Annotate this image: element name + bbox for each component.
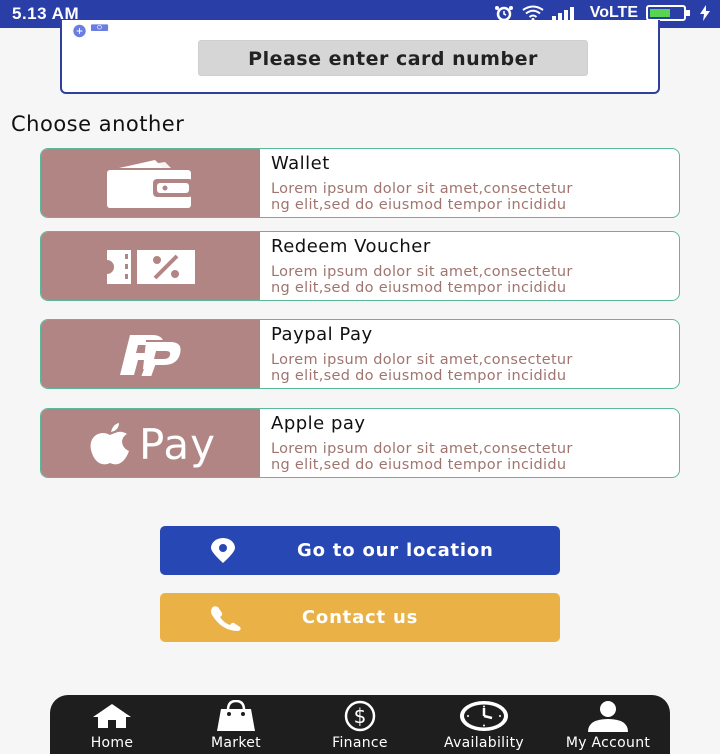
method-desc-line: Lorem ipsum dolor sit amet,consectetur — [271, 181, 573, 197]
nav-item-availability[interactable]: Availability — [429, 699, 539, 751]
paypal-icon — [119, 335, 182, 377]
method-title: Paypal Pay — [271, 324, 373, 345]
method-desc-line: Lorem ipsum dolor sit amet,consectetur — [271, 264, 573, 280]
svg-text:$: $ — [354, 704, 367, 728]
payment-method-apple-pay[interactable]: Pay Apple pay Lorem ipsum dolor sit amet… — [40, 408, 680, 478]
alarm-icon — [494, 6, 513, 21]
charging-icon — [700, 5, 710, 21]
nav-label: Market — [211, 735, 261, 751]
voucher-icon — [106, 250, 195, 284]
method-desc-line: ng elit,sed do eiusmod tempor incididu — [271, 280, 567, 296]
method-icon-box: Pay — [41, 409, 260, 477]
apple-pay-wordmark: Pay — [138, 419, 217, 469]
method-title: Redeem Voucher — [271, 236, 431, 257]
user-icon — [588, 701, 628, 732]
go-to-location-button[interactable]: Go to our location — [160, 526, 560, 575]
wifi-icon — [522, 5, 544, 21]
contact-us-label: Contact us — [301, 607, 419, 628]
dollar-icon: $ — [344, 700, 376, 732]
method-title: Wallet — [271, 153, 330, 174]
method-desc-line: Lorem ipsum dolor sit amet,consectetur — [271, 352, 573, 368]
method-icon-box — [41, 149, 260, 217]
contact-us-button[interactable]: Contact us — [160, 593, 560, 642]
battery-icon — [646, 5, 690, 21]
method-desc-line: Lorem ipsum dolor sit amet,consectetur — [271, 441, 573, 457]
payment-method-wallet[interactable]: Wallet Lorem ipsum dolor sit amet,consec… — [40, 148, 680, 218]
method-description: Lorem ipsum dolor sit amet,consectetur n… — [271, 264, 671, 296]
nav-item-finance[interactable]: $ Finance — [305, 699, 415, 751]
shopping-bag-icon — [217, 700, 255, 731]
nav-item-home[interactable]: Home — [57, 699, 167, 751]
signal-icon — [551, 7, 574, 20]
add-card-icon[interactable] — [70, 18, 110, 44]
go-to-location-label: Go to our location — [297, 540, 494, 561]
apple-icon — [90, 423, 129, 465]
bottom-navigation: Home Market $ Finance Availability My Ac… — [50, 695, 670, 754]
card-entry-box: Please enter card number — [60, 20, 660, 94]
method-description: Lorem ipsum dolor sit amet,consectetur n… — [271, 441, 671, 473]
method-title: Apple pay — [271, 413, 366, 434]
method-description: Lorem ipsum dolor sit amet,consectetur n… — [271, 181, 671, 213]
method-desc-line: ng elit,sed do eiusmod tempor incididu — [271, 197, 567, 213]
nav-label: Finance — [332, 735, 388, 751]
nav-item-market[interactable]: Market — [181, 699, 291, 751]
nav-item-my-account[interactable]: My Account — [553, 699, 663, 751]
nav-label: Availability — [444, 735, 524, 751]
payment-method-voucher[interactable]: Redeem Voucher Lorem ipsum dolor sit ame… — [40, 231, 680, 301]
nav-label: Home — [90, 735, 134, 751]
method-desc-line: ng elit,sed do eiusmod tempor incididu — [271, 368, 567, 384]
nav-label: My Account — [565, 735, 651, 751]
wallet-icon — [106, 160, 193, 208]
method-desc-line: ng elit,sed do eiusmod tempor incididu — [271, 457, 567, 473]
home-icon — [93, 704, 131, 728]
section-title: Choose another — [11, 112, 185, 136]
method-icon-box — [41, 232, 260, 300]
method-description: Lorem ipsum dolor sit amet,consectetur n… — [271, 352, 671, 384]
method-icon-box — [41, 320, 260, 388]
clock-icon — [460, 701, 508, 731]
card-number-prompt[interactable]: Please enter card number — [198, 40, 588, 76]
payment-method-paypal[interactable]: Paypal Pay Lorem ipsum dolor sit amet,co… — [40, 319, 680, 389]
